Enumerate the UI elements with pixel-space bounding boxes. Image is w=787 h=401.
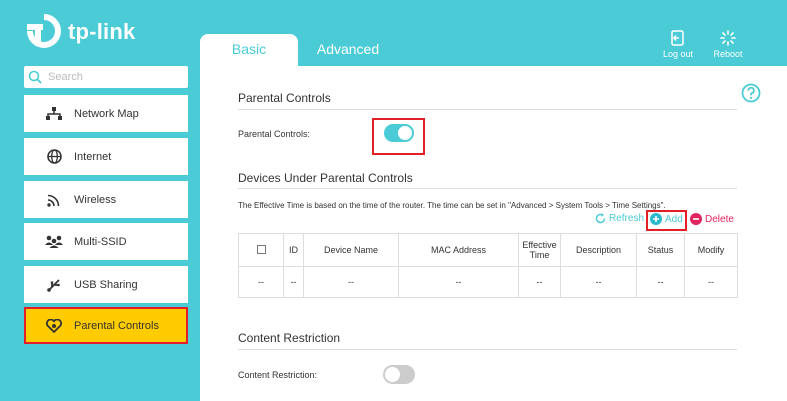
sidebar-item-label: Internet — [74, 150, 112, 163]
table-cell: -- — [303, 266, 399, 298]
column-header-description: Description — [560, 233, 637, 267]
highlight-box-toggle — [372, 118, 425, 155]
sidebar-item-label: Wireless — [74, 193, 117, 206]
column-header-mac-address: MAC Address — [398, 233, 519, 267]
table-cell: -- — [518, 266, 561, 298]
table-cell: -- — [398, 266, 519, 298]
column-header-status: Status — [636, 233, 685, 267]
column-header-modify: Modify — [684, 233, 738, 267]
tab-advanced[interactable]: Advanced — [300, 34, 396, 66]
sidebar-item-label: Network Map — [74, 107, 139, 120]
effective-time-note: The Effective Time is based on the time … — [238, 201, 666, 210]
delete-label: Delete — [705, 213, 734, 225]
select-all-checkbox[interactable] — [256, 244, 266, 254]
main-tabs: Basic Advanced — [200, 34, 396, 66]
globe-icon — [44, 149, 64, 164]
select-all-cell — [238, 233, 284, 267]
section-title-parental-controls: Parental Controls — [238, 91, 331, 105]
help-icon — [741, 83, 761, 103]
table-cell: -- — [283, 266, 304, 298]
refresh-label: Refresh — [609, 213, 645, 224]
reboot-label: Reboot — [713, 49, 743, 59]
sidebar-item-label: Multi-SSID — [74, 235, 127, 248]
tp-link-logo-icon — [27, 14, 61, 48]
table-header-row: ID Device Name MAC Address Effective Tim… — [238, 233, 738, 267]
search-input[interactable]: Search — [24, 66, 188, 88]
search-placeholder: Search — [48, 71, 83, 83]
brand-name: tp-link — [68, 19, 136, 44]
logout-icon — [671, 30, 684, 46]
highlight-box-add — [646, 210, 687, 231]
column-header-effective-time: Effective Time — [518, 233, 561, 267]
sidebar-item-multi-ssid[interactable]: Multi-SSID — [24, 223, 188, 260]
table-cell: -- — [560, 266, 637, 298]
column-header-device-name: Device Name — [303, 233, 399, 267]
refresh-button[interactable]: Refresh — [595, 213, 644, 224]
devices-table: ID Device Name MAC Address Effective Tim… — [238, 233, 738, 298]
divider — [238, 349, 737, 350]
reboot-icon — [720, 30, 736, 46]
table-cell: -- — [636, 266, 685, 298]
search-icon — [28, 70, 42, 84]
parental-controls-label: Parental Controls: — [238, 129, 311, 139]
wifi-icon — [44, 193, 64, 207]
table-cell: -- — [238, 266, 284, 298]
tp-link-logo: tp-link — [24, 14, 135, 50]
multi-user-icon — [44, 235, 64, 248]
sidebar-item-parental-controls[interactable]: Parental Controls — [24, 307, 188, 344]
divider — [238, 188, 737, 189]
network-map-icon — [44, 106, 64, 121]
section-title-devices: Devices Under Parental Controls — [238, 171, 413, 185]
delete-button[interactable]: Delete — [690, 213, 734, 225]
logout-label: Log out — [662, 49, 694, 59]
help-button[interactable] — [741, 83, 761, 108]
delete-icon — [690, 213, 702, 225]
sidebar-item-internet[interactable]: Internet — [24, 138, 188, 175]
sidebar-item-label: Parental Controls — [74, 319, 159, 332]
divider — [238, 109, 737, 110]
sidebar-item-network-map[interactable]: Network Map — [24, 95, 188, 132]
table-row: -- -- -- -- -- -- -- -- — [238, 266, 738, 298]
column-header-id: ID — [283, 233, 304, 267]
usb-icon — [44, 278, 64, 292]
heart-icon — [44, 318, 64, 333]
content-restriction-label: Content Restriction: — [238, 370, 318, 380]
sidebar-item-wireless[interactable]: Wireless — [24, 181, 188, 218]
content-restriction-toggle[interactable] — [383, 365, 415, 384]
tab-basic[interactable]: Basic — [200, 34, 298, 66]
table-cell: -- — [684, 266, 738, 298]
refresh-icon — [595, 213, 606, 224]
sidebar-item-label: USB Sharing — [74, 278, 138, 291]
sidebar-item-usb-sharing[interactable]: USB Sharing — [24, 266, 188, 303]
logout-button[interactable]: Log out — [658, 30, 698, 59]
section-title-content-restriction: Content Restriction — [238, 331, 341, 345]
reboot-button[interactable]: Reboot — [708, 30, 748, 59]
